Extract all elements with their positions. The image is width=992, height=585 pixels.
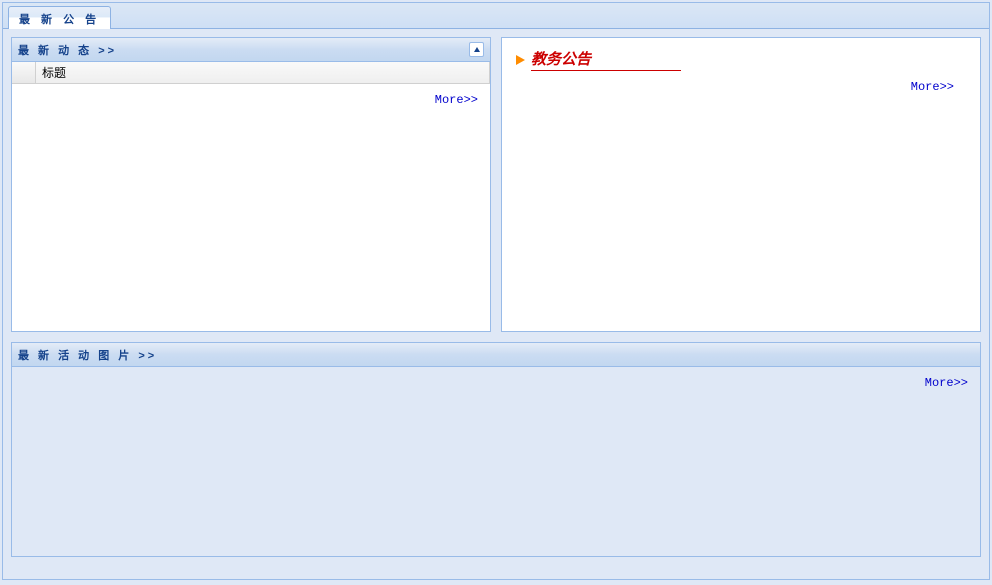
tab-strip: 最 新 公 告 bbox=[3, 3, 989, 29]
panel-body-latest-news: More>> bbox=[12, 84, 490, 331]
panel-title: 最 新 动 态 >> bbox=[18, 42, 117, 58]
tab-label: 最 新 公 告 bbox=[19, 14, 100, 26]
column-header-title[interactable]: 标题 bbox=[36, 62, 490, 83]
tab-content: 最 新 动 态 >> 标题 More>> bbox=[3, 29, 989, 577]
more-link-container-photos: More>> bbox=[12, 367, 980, 398]
panel-header-latest-news: 最 新 动 态 >> bbox=[12, 38, 490, 62]
panel-header-photos: 最 新 活 动 图 片 >> bbox=[12, 343, 980, 367]
more-link-notice[interactable]: More>> bbox=[911, 80, 954, 94]
panel-academic-notice: 教务公告 More>> bbox=[501, 37, 981, 332]
grid-header: 标题 bbox=[12, 62, 490, 84]
collapse-icon[interactable] bbox=[469, 42, 484, 57]
more-link-photos[interactable]: More>> bbox=[925, 376, 968, 390]
column-label: 标题 bbox=[42, 64, 66, 81]
panel-title-photos: 最 新 活 动 图 片 >> bbox=[18, 347, 157, 363]
more-link-news[interactable]: More>> bbox=[435, 93, 478, 107]
row-number-column bbox=[12, 62, 36, 83]
panel-body-photos: More>> bbox=[12, 367, 980, 556]
more-link-container: More>> bbox=[12, 84, 490, 115]
more-link-container-notice: More>> bbox=[516, 71, 966, 102]
notice-header: 教务公告 bbox=[516, 48, 966, 71]
panel-body-notice: 教务公告 More>> bbox=[502, 38, 980, 331]
tab-latest-announcement[interactable]: 最 新 公 告 bbox=[8, 6, 111, 29]
top-row: 最 新 动 态 >> 标题 More>> bbox=[11, 37, 981, 332]
panel-latest-photos: 最 新 活 动 图 片 >> More>> bbox=[11, 342, 981, 557]
notice-title: 教务公告 bbox=[531, 48, 681, 71]
arrow-icon bbox=[516, 55, 525, 65]
main-container: 最 新 公 告 最 新 动 态 >> 标题 More>> bbox=[2, 2, 990, 580]
panel-latest-news: 最 新 动 态 >> 标题 More>> bbox=[11, 37, 491, 332]
